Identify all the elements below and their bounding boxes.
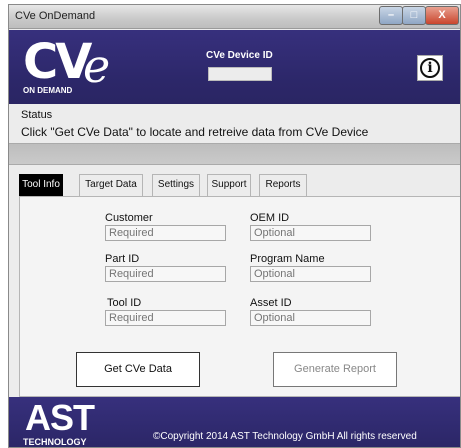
maximize-button[interactable]: □ [402,6,426,25]
asset-id-label: Asset ID [250,297,292,309]
device-id-value [208,67,272,81]
program-name-label: Program Name [250,253,325,265]
tab-strip: Tool Info Target Data Settings Support R… [19,174,459,197]
tool-id-label: Tool ID [107,297,142,309]
info-icon: i [420,58,440,78]
tool-info-panel: Customer OEM ID Part ID Program Name Too… [19,196,460,397]
app-header: CV e ON DEMAND CVe Device ID i [9,30,460,104]
tab-support[interactable]: Support [207,174,251,196]
minimize-button[interactable]: – [379,6,403,25]
app-footer: AST TECHNOLOGY ©Copyright 2014 AST Techn… [9,397,460,447]
cve-logo-accent: e [83,39,111,93]
app-window: CVe OnDemand – □ X CV e ON DEMAND CVe De… [8,4,461,448]
tool-id-input[interactable] [105,310,226,326]
tab-reports[interactable]: Reports [259,174,307,196]
ast-logo-main: AST [25,397,95,438]
oem-id-label: OEM ID [250,212,290,224]
info-button[interactable]: i [417,55,443,81]
program-name-input[interactable] [250,266,371,282]
status-label: Status [21,109,53,121]
cve-logo-main: CV [23,34,92,90]
tab-target-data[interactable]: Target Data [79,174,143,196]
tab-tool-info[interactable]: Tool Info [19,174,63,196]
customer-input[interactable] [105,225,226,241]
title-bar[interactable]: CVe OnDemand – □ X [9,5,460,29]
tab-settings[interactable]: Settings [152,174,200,196]
get-cve-data-button[interactable]: Get CVe Data [76,352,200,387]
progress-bar [9,143,460,165]
customer-label: Customer [105,212,153,224]
generate-report-button[interactable]: Generate Report [273,352,397,387]
window-title: CVe OnDemand [15,10,96,22]
device-id-label: CVe Device ID [206,50,273,61]
asset-id-input[interactable] [250,310,371,326]
ast-logo-subtitle: TECHNOLOGY [23,437,87,447]
oem-id-input[interactable] [250,225,371,241]
copyright-text: ©Copyright 2014 AST Technology GmbH All … [153,431,417,442]
close-button[interactable]: X [425,6,459,25]
cve-logo-subtitle: ON DEMAND [23,86,73,95]
status-message: Click "Get CVe Data" to locate and retre… [21,125,369,139]
part-id-input[interactable] [105,266,226,282]
part-id-label: Part ID [105,253,140,265]
